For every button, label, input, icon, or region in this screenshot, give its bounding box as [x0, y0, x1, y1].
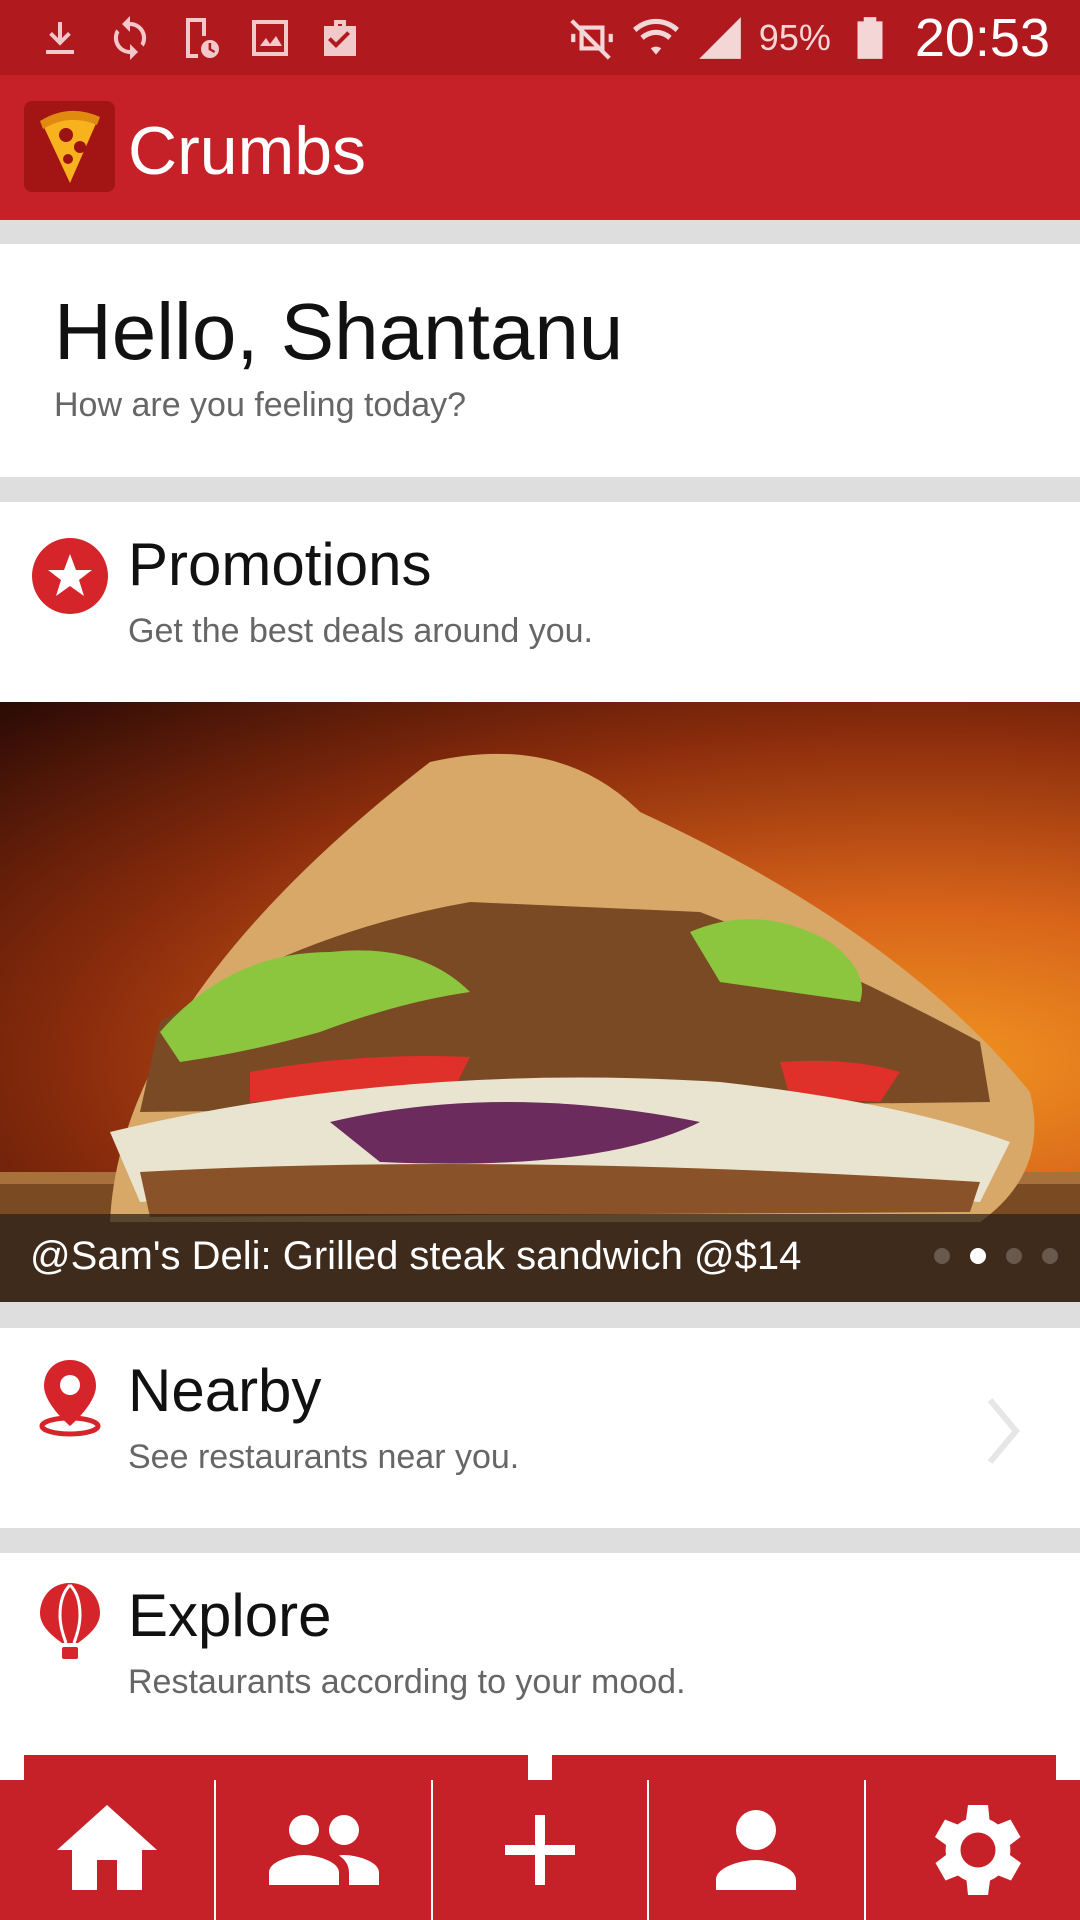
promotions-title: Promotions	[128, 531, 432, 598]
vibrate-mute-icon	[570, 19, 613, 60]
banner-caption-text: @Sam's Deli: Grilled steak sandwich @$14	[30, 1234, 802, 1278]
nav-profile[interactable]	[649, 1780, 866, 1920]
carousel-dot-active[interactable]	[970, 1248, 986, 1264]
nav-friends[interactable]	[216, 1780, 433, 1920]
pizza-slice-icon[interactable]	[24, 101, 115, 192]
battery-icon	[857, 17, 883, 59]
profile-icon	[716, 1810, 797, 1890]
notification-icons	[36, 14, 364, 62]
nearby-subtitle: See restaurants near you.	[128, 1438, 520, 1476]
explore-card[interactable]: Explore Restaurants according to your mo…	[0, 1553, 1080, 1783]
greeting-subtitle: How are you feeling today?	[54, 386, 467, 424]
banner-caption: @Sam's Deli: Grilled steak sandwich @$14	[0, 1214, 1080, 1302]
hot-air-balloon-icon	[40, 1583, 100, 1659]
promotions-subtitle: Get the best deals around you.	[128, 612, 593, 650]
sandwich-image	[0, 753, 1080, 1302]
nearby-title: Nearby	[128, 1357, 322, 1424]
nav-home[interactable]	[0, 1780, 217, 1920]
chevron-right-icon[interactable]	[986, 1396, 1022, 1466]
wifi-icon	[632, 18, 679, 55]
carousel-dot[interactable]	[1042, 1248, 1058, 1264]
carousel-dot[interactable]	[1006, 1248, 1022, 1264]
explore-title: Explore	[128, 1582, 332, 1649]
star-badge-icon	[32, 538, 108, 614]
promotion-banner[interactable]: @Sam's Deli: Grilled steak sandwich @$14	[0, 702, 1080, 1302]
friends-icon	[268, 1815, 379, 1885]
app-bar: Crumbs	[0, 75, 1080, 220]
add-icon	[505, 1815, 576, 1885]
sync-icon	[113, 16, 147, 60]
carousel-dot[interactable]	[934, 1248, 950, 1264]
image-icon	[252, 20, 288, 56]
clock: 20:53	[914, 8, 1050, 68]
greeting-card: Hello, Shantanu How are you feeling toda…	[0, 244, 1080, 477]
system-icons: 95% 20:53	[567, 8, 1050, 68]
nav-settings[interactable]	[866, 1780, 1080, 1920]
carousel-indicator	[934, 1248, 1058, 1264]
nav-add[interactable]	[433, 1780, 650, 1920]
battery-percent: 95%	[758, 17, 831, 58]
signal-icon	[698, 17, 741, 59]
settings-icon	[934, 1805, 1021, 1895]
nearby-card[interactable]: Nearby See restaurants near you.	[0, 1328, 1080, 1528]
device-clock-icon	[186, 18, 219, 58]
bottom-navigation	[0, 1780, 1080, 1920]
home-icon	[57, 1805, 158, 1890]
greeting-title: Hello, Shantanu	[54, 287, 624, 376]
download-icon	[46, 22, 74, 54]
location-pin-icon	[39, 1360, 101, 1437]
status-bar: 95% 20:53	[0, 0, 1080, 75]
explore-subtitle: Restaurants according to your mood.	[128, 1663, 686, 1701]
app-title: Crumbs	[128, 113, 367, 189]
briefcase-check-icon	[324, 20, 356, 56]
promotions-card[interactable]: Promotions Get the best deals around you…	[0, 502, 1080, 702]
